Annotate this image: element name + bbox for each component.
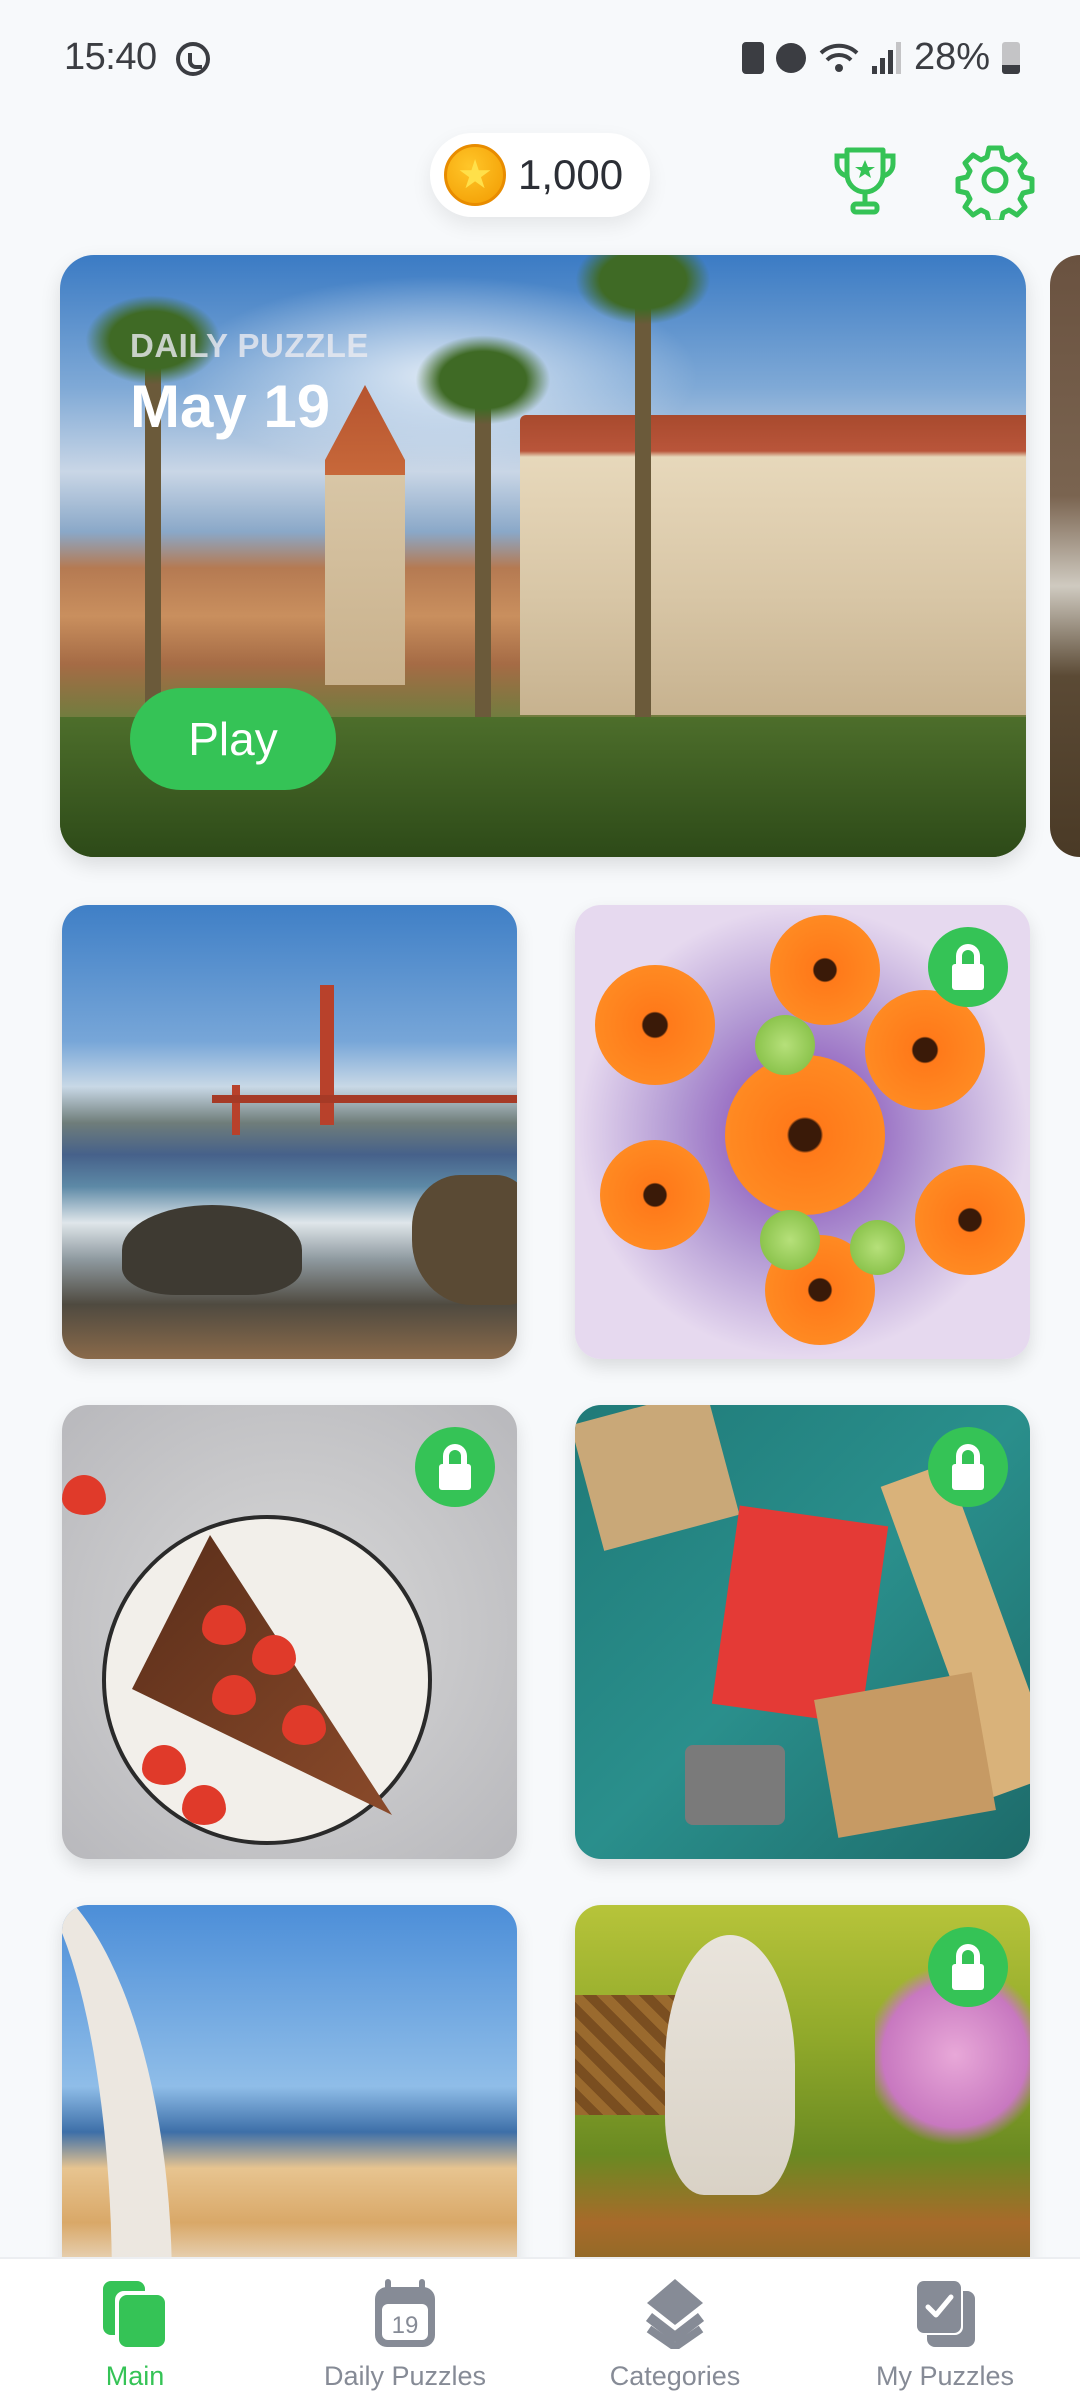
puzzle-tile[interactable] bbox=[62, 1405, 517, 1859]
battery-percent: 28% bbox=[913, 36, 990, 78]
image-detail bbox=[232, 1085, 240, 1135]
battery-icon bbox=[1002, 41, 1020, 74]
puzzle-tile[interactable] bbox=[575, 1405, 1030, 1859]
nav-categories[interactable]: Categories bbox=[540, 2259, 810, 2400]
play-button[interactable]: Play bbox=[130, 688, 336, 790]
battery-saver-icon bbox=[741, 41, 764, 74]
image-detail bbox=[252, 1635, 296, 1675]
nav-label: Categories bbox=[609, 2361, 741, 2391]
bottom-nav: Main 19 Daily Puzzles Categories My Puzz… bbox=[0, 2257, 1080, 2400]
coin-balance: 1,000 bbox=[518, 151, 624, 198]
image-detail-palm bbox=[575, 255, 711, 765]
puzzle-tile[interactable] bbox=[575, 905, 1030, 1359]
nav-daily-puzzles[interactable]: 19 Daily Puzzles bbox=[270, 2259, 540, 2400]
image-detail bbox=[665, 1935, 795, 2195]
signal-icon bbox=[871, 41, 902, 74]
image-detail bbox=[865, 990, 985, 1110]
image-detail bbox=[770, 915, 880, 1025]
image-detail bbox=[320, 985, 334, 1125]
coin-balance-button[interactable]: ★ 1,000 bbox=[430, 133, 650, 217]
image-detail bbox=[212, 1675, 256, 1715]
image-detail bbox=[142, 1745, 186, 1785]
image-detail bbox=[575, 1405, 740, 1551]
whatsapp-icon bbox=[176, 42, 210, 76]
image-detail bbox=[202, 1605, 246, 1645]
star-coin-icon: ★ bbox=[444, 144, 506, 206]
image-detail-building bbox=[520, 415, 1026, 715]
lock-icon bbox=[928, 927, 1008, 1007]
image-detail bbox=[685, 1745, 785, 1825]
puzzle-tile[interactable] bbox=[62, 905, 517, 1359]
image-detail bbox=[755, 1015, 815, 1075]
settings-button[interactable] bbox=[955, 140, 1035, 225]
status-system-icons: 28% bbox=[741, 36, 1020, 79]
app-screen: 15:40 28% ★ 1,000 DAILY PUZZLE May 19 Pl… bbox=[0, 0, 1080, 2400]
image-detail bbox=[62, 1475, 106, 1515]
nav-label: My Puzzles bbox=[875, 2361, 1015, 2391]
check-cards-icon bbox=[913, 2279, 975, 2347]
image-detail bbox=[814, 1672, 996, 1838]
image-detail bbox=[760, 1210, 820, 1270]
image-detail bbox=[915, 1165, 1025, 1275]
image-detail bbox=[595, 965, 715, 1085]
wifi-icon bbox=[819, 43, 859, 72]
cards-icon bbox=[103, 2281, 167, 2349]
alarm-icon bbox=[775, 42, 806, 73]
lock-icon bbox=[415, 1427, 495, 1507]
status-bar: 15:40 28% bbox=[0, 0, 1080, 120]
gear-icon bbox=[955, 145, 1035, 225]
image-detail bbox=[212, 1095, 517, 1103]
lock-icon bbox=[928, 1927, 1008, 2007]
layers-icon bbox=[645, 2279, 705, 2349]
image-detail bbox=[182, 1785, 226, 1825]
daily-puzzle-date: May 19 bbox=[130, 373, 331, 440]
nav-label: Main bbox=[105, 2361, 165, 2391]
image-detail bbox=[122, 1205, 302, 1295]
image-detail bbox=[282, 1705, 326, 1745]
calendar-icon: 19 bbox=[375, 2279, 435, 2347]
image-detail-palm bbox=[415, 335, 551, 765]
image-detail bbox=[412, 1175, 517, 1305]
lock-icon bbox=[928, 1427, 1008, 1507]
trophy-icon bbox=[834, 147, 896, 215]
achievements-button[interactable] bbox=[825, 140, 905, 220]
nav-label: Daily Puzzles bbox=[323, 2361, 487, 2391]
image-detail bbox=[600, 1140, 710, 1250]
image-detail bbox=[62, 1905, 172, 2285]
status-time: 15:40 bbox=[64, 36, 157, 78]
next-daily-card[interactable] bbox=[1050, 255, 1080, 857]
nav-main[interactable]: Main bbox=[0, 2259, 270, 2400]
calendar-day: 19 bbox=[392, 2312, 419, 2339]
image-detail bbox=[850, 1220, 905, 1275]
nav-my-puzzles[interactable]: My Puzzles bbox=[810, 2259, 1080, 2400]
daily-puzzle-label: DAILY PUZZLE bbox=[130, 327, 369, 364]
image-detail bbox=[725, 1055, 885, 1215]
